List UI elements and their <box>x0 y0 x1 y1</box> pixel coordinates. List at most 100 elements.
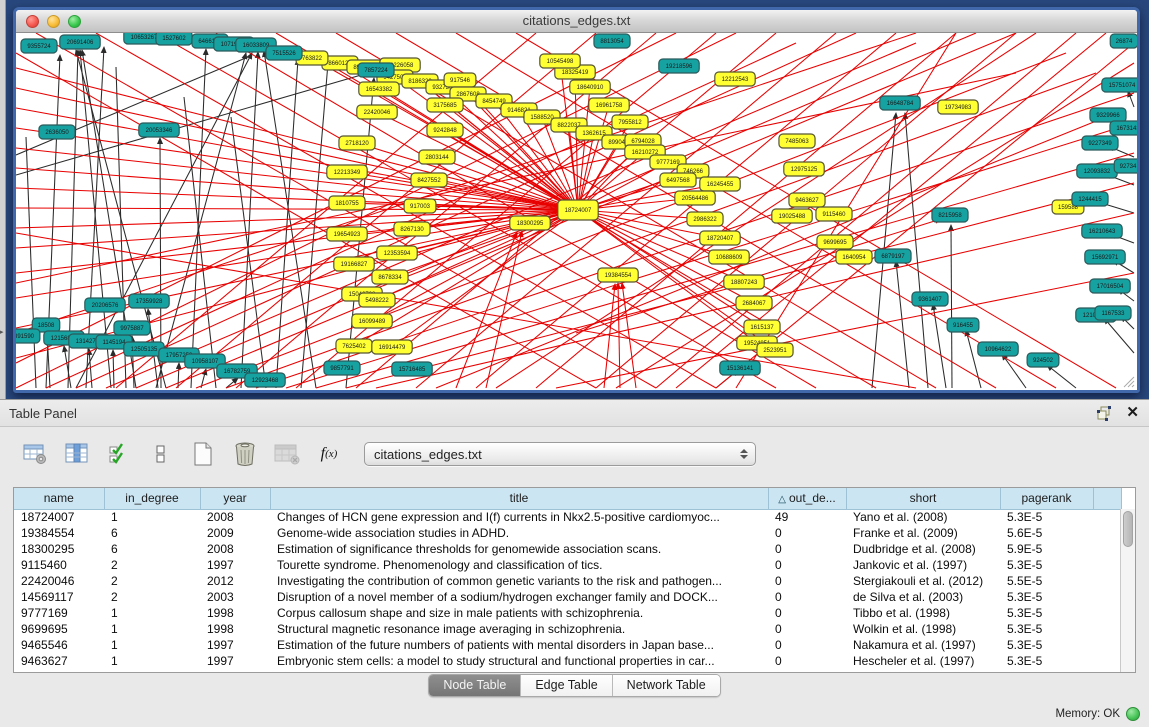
graph-node[interactable]: 8427552 <box>411 173 447 187</box>
graph-node[interactable]: 7485063 <box>779 134 815 148</box>
graph-node[interactable]: 19025488 <box>772 209 812 223</box>
graph-node[interactable]: 17016504 <box>1090 279 1130 293</box>
delete-rows-icon[interactable] <box>232 441 258 467</box>
graph-node[interactable]: 9329966 <box>1090 108 1126 122</box>
table-cell[interactable]: 1997 <box>200 653 270 669</box>
table-select-combo[interactable]: citations_edges.txt <box>364 442 756 466</box>
graph-node[interactable]: 9975887 <box>114 321 150 335</box>
table-scrollbar-thumb[interactable] <box>1123 511 1133 547</box>
graph-node[interactable]: 2523951 <box>757 343 793 357</box>
graph-node[interactable]: 26874 <box>1110 34 1137 48</box>
table-cell[interactable]: 22420046 <box>14 573 104 589</box>
table-cell[interactable]: Corpus callosum shape and size in male p… <box>270 605 768 621</box>
table-cell[interactable]: 0 <box>768 589 846 605</box>
graph-node[interactable]: 2718120 <box>339 136 375 150</box>
graph-node[interactable]: 9242848 <box>427 123 463 137</box>
graph-node[interactable]: 6497568 <box>660 173 696 187</box>
table-row[interactable]: 977716911998Corpus callosum shape and si… <box>14 605 1121 621</box>
tab-network-table[interactable]: Network Table <box>613 675 720 696</box>
graph-node[interactable]: 924502 <box>1027 353 1059 367</box>
graph-node[interactable]: 3175685 <box>427 98 463 112</box>
table-cell[interactable]: 1 <box>104 509 200 525</box>
table-mode-icon[interactable] <box>22 441 48 467</box>
graph-node[interactable]: 10964622 <box>978 342 1018 356</box>
table-row[interactable]: 1872400712008Changes of HCN gene express… <box>14 509 1121 525</box>
table-cell[interactable]: 1998 <box>200 605 270 621</box>
graph-node[interactable]: 20691406 <box>60 35 100 49</box>
graph-node[interactable]: 20564486 <box>675 191 715 205</box>
graph-node[interactable]: 1527602 <box>156 33 192 45</box>
graph-node[interactable]: 8813054 <box>594 34 630 48</box>
table-cell[interactable]: 0 <box>768 525 846 541</box>
column-visibility-icon[interactable] <box>64 441 90 467</box>
table-cell[interactable]: 5.3E-5 <box>1000 509 1093 525</box>
network-window-titlebar[interactable]: citations_edges.txt <box>16 10 1137 33</box>
graph-node[interactable]: 917003 <box>404 199 436 213</box>
table-cell[interactable]: 5.3E-5 <box>1000 605 1093 621</box>
table-cell[interactable]: Nakamura et al. (1997) <box>846 637 1000 653</box>
table-cell[interactable]: 49 <box>768 509 846 525</box>
expand-arrow-icon[interactable]: ▸ <box>0 328 4 336</box>
table-cell[interactable]: Genome-wide association studies in ADHD. <box>270 525 768 541</box>
table-row[interactable]: 946554611997Estimation of the future num… <box>14 637 1121 653</box>
table-cell[interactable]: Yano et al. (2008) <box>846 509 1000 525</box>
table-cell[interactable]: 5.3E-5 <box>1000 557 1093 573</box>
column-header-filler[interactable] <box>1093 488 1121 509</box>
graph-node[interactable]: 1244415 <box>1072 192 1108 206</box>
table-row[interactable]: 969969511998Structural magnetic resonanc… <box>14 621 1121 637</box>
column-header-name[interactable]: name <box>14 488 104 509</box>
memory-status-icon[interactable] <box>1126 707 1140 721</box>
rows-icon[interactable] <box>148 441 174 467</box>
resize-grip-icon[interactable] <box>1120 373 1136 389</box>
table-cell[interactable]: 19384554 <box>14 525 104 541</box>
column-header-title[interactable]: title <box>270 488 768 509</box>
table-cell[interactable]: 18300295 <box>14 541 104 557</box>
column-header-short[interactable]: short <box>846 488 1000 509</box>
table-cell[interactable]: Embryonic stem cells: a model to study s… <box>270 653 768 669</box>
graph-node[interactable]: 16210643 <box>1082 224 1122 238</box>
graph-node[interactable]: 10688609 <box>709 250 749 264</box>
table-cell[interactable]: 1997 <box>200 637 270 653</box>
graph-node[interactable]: 917546 <box>444 73 476 87</box>
new-table-icon[interactable] <box>190 441 216 467</box>
table-cell[interactable]: 1 <box>104 653 200 669</box>
graph-node[interactable]: 19654923 <box>327 227 367 241</box>
graph-node[interactable]: 16961758 <box>589 98 629 112</box>
node-table[interactable]: namein_degreeyeartitle△out_de...shortpag… <box>13 487 1136 673</box>
zoom-window-button[interactable] <box>68 15 81 28</box>
table-cell[interactable]: Wolkin et al. (1998) <box>846 621 1000 637</box>
graph-node[interactable]: 18807243 <box>724 275 764 289</box>
table-cell[interactable]: Dudbridge et al. (2008) <box>846 541 1000 557</box>
hidden-panel-strip[interactable]: ▸ <box>0 0 6 399</box>
float-panel-icon[interactable] <box>1096 405 1112 421</box>
table-row[interactable]: 946362711997Embryonic stem cells: a mode… <box>14 653 1121 669</box>
graph-node[interactable]: 9699695 <box>817 235 853 249</box>
table-cell[interactable]: 1 <box>104 621 200 637</box>
network-canvas[interactable]: 1872400786601237638228912955182260589427… <box>16 33 1137 390</box>
table-cell[interactable]: Changes of HCN gene expression and I(f) … <box>270 509 768 525</box>
select-all-icon[interactable] <box>106 441 132 467</box>
graph-node[interactable]: 2803144 <box>419 150 455 164</box>
column-header-in_degree[interactable]: in_degree <box>104 488 200 509</box>
graph-node[interactable]: 19734983 <box>938 100 978 114</box>
table-cell[interactable]: 2 <box>104 573 200 589</box>
graph-node[interactable]: 12093832 <box>1077 164 1117 178</box>
table-cell[interactable]: 9777169 <box>14 605 104 621</box>
table-cell[interactable]: 2008 <box>200 509 270 525</box>
column-header-year[interactable]: year <box>200 488 270 509</box>
table-cell[interactable]: 5.5E-5 <box>1000 573 1093 589</box>
table-cell[interactable]: 18724007 <box>14 509 104 525</box>
graph-node[interactable]: 16099489 <box>352 314 392 328</box>
graph-node[interactable]: 1615137 <box>744 320 780 334</box>
graph-node[interactable]: 1167533 <box>1095 306 1131 320</box>
graph-node[interactable]: 9463627 <box>789 193 825 207</box>
table-cell[interactable]: 2009 <box>200 525 270 541</box>
table-row[interactable]: 2242004622012Investigating the contribut… <box>14 573 1121 589</box>
table-cell[interactable]: Disruption of a novel member of a sodium… <box>270 589 768 605</box>
graph-node[interactable]: 18724007 <box>558 200 598 220</box>
table-cell[interactable]: 5.3E-5 <box>1000 621 1093 637</box>
graph-node[interactable]: 20053346 <box>139 123 179 137</box>
close-panel-icon[interactable]: ✕ <box>1126 405 1139 421</box>
table-cell[interactable]: 5.3E-5 <box>1000 589 1093 605</box>
table-row[interactable]: 1456911722003Disruption of a novel membe… <box>14 589 1121 605</box>
